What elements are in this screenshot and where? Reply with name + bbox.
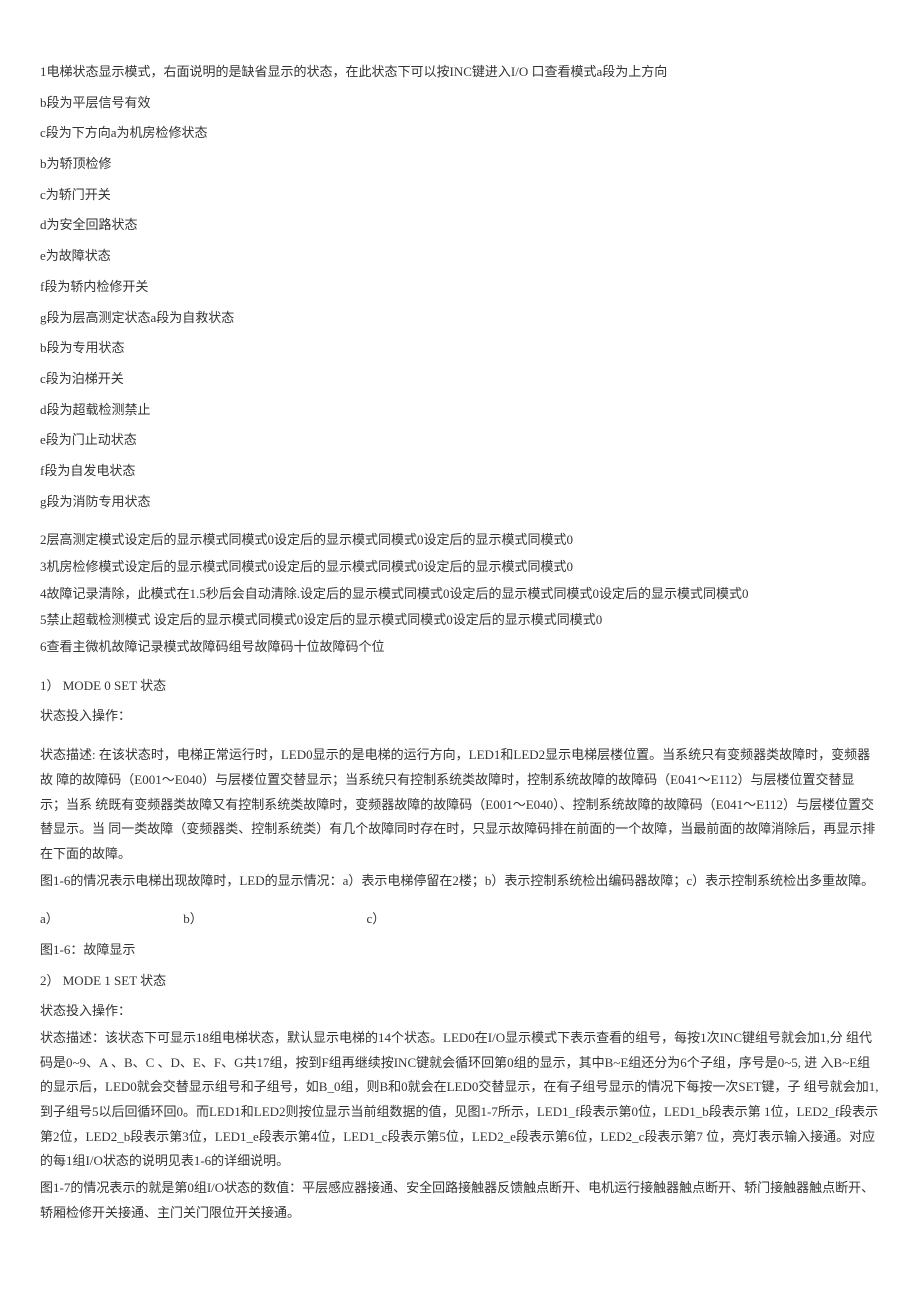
mode1-body: 状态投入操作： 状态描述：该状态下可显示18组电梯状态，默认显示电梯的14个状态…: [40, 999, 880, 1225]
line-4: b为轿顶检修: [40, 152, 880, 177]
mode-3: 3机房检修模式设定后的显示模式同模式0设定后的显示模式同模式0设定后的显示模式同…: [40, 555, 880, 580]
figure-1-6: 图1-6：故障显示: [40, 938, 880, 963]
line-14: f段为自发电状态: [40, 459, 880, 484]
abc-row: a） b） c）: [40, 907, 880, 932]
line-2: b段为平层信号有效: [40, 91, 880, 116]
line-8: f段为轿内检修开关: [40, 275, 880, 300]
mode0-p2: 图1-6的情况表示电梯出现故障时，LED的显示情况：a）表示电梯停留在2楼；b）…: [40, 869, 880, 894]
line-7: e为故障状态: [40, 244, 880, 269]
label-c: c）: [367, 907, 386, 932]
line-15: g段为消防专用状态: [40, 490, 880, 515]
line-10: b段为专用状态: [40, 336, 880, 361]
mode0-op: 状态投入操作：: [40, 704, 880, 729]
mode0-p1: 状态描述: 在该状态时，电梯正常运行时，LED0显示的是电梯的运行方向，LED1…: [40, 743, 880, 866]
line-6: d为安全回路状态: [40, 213, 880, 238]
line-9: g段为层高测定状态a段为自救状态: [40, 306, 880, 331]
mode-6: 6查看主微机故障记录模式故障码组号故障码十位故障码个位: [40, 635, 880, 660]
label-a: a）: [40, 907, 180, 932]
mode0-title: 1） MODE 0 SET 状态: [40, 674, 880, 699]
label-b: b）: [183, 907, 363, 932]
mode-2: 2层高测定模式设定后的显示模式同模式0设定后的显示模式同模式0设定后的显示模式同…: [40, 528, 880, 553]
mode1-p2: 图1-7的情况表示的就是第0组I/O状态的数值：平层感应器接通、安全回路接触器反…: [40, 1176, 880, 1225]
mode1-title: 2） MODE 1 SET 状态: [40, 969, 880, 994]
segment-definitions: 1电梯状态显示模式，右面说明的是缺省显示的状态，在此状态下可以按INC键进入I/…: [40, 60, 880, 514]
line-12: d段为超载检测禁止: [40, 398, 880, 423]
mode-4: 4故障记录清除，此模式在1.5秒后会自动清除.设定后的显示模式同模式0设定后的显…: [40, 582, 880, 607]
line-5: c为轿门开关: [40, 183, 880, 208]
mode0-desc: 状态描述: 在该状态时，电梯正常运行时，LED0显示的是电梯的运行方向，LED1…: [40, 743, 880, 893]
mode-5: 5禁止超载检测模式 设定后的显示模式同模式0设定后的显示模式同模式0设定后的显示…: [40, 608, 880, 633]
mode-list: 2层高测定模式设定后的显示模式同模式0设定后的显示模式同模式0设定后的显示模式同…: [40, 528, 880, 659]
line-11: c段为泊梯开关: [40, 367, 880, 392]
line-13: e段为门止动状态: [40, 428, 880, 453]
mode1-op: 状态投入操作：: [40, 999, 880, 1024]
line-3: c段为下方向a为机房检修状态: [40, 121, 880, 146]
line-1: 1电梯状态显示模式，右面说明的是缺省显示的状态，在此状态下可以按INC键进入I/…: [40, 60, 880, 85]
section-mode0: 1） MODE 0 SET 状态 状态投入操作：: [40, 674, 880, 729]
mode1-p1: 状态描述：该状态下可显示18组电梯状态，默认显示电梯的14个状态。LED0在I/…: [40, 1026, 880, 1174]
